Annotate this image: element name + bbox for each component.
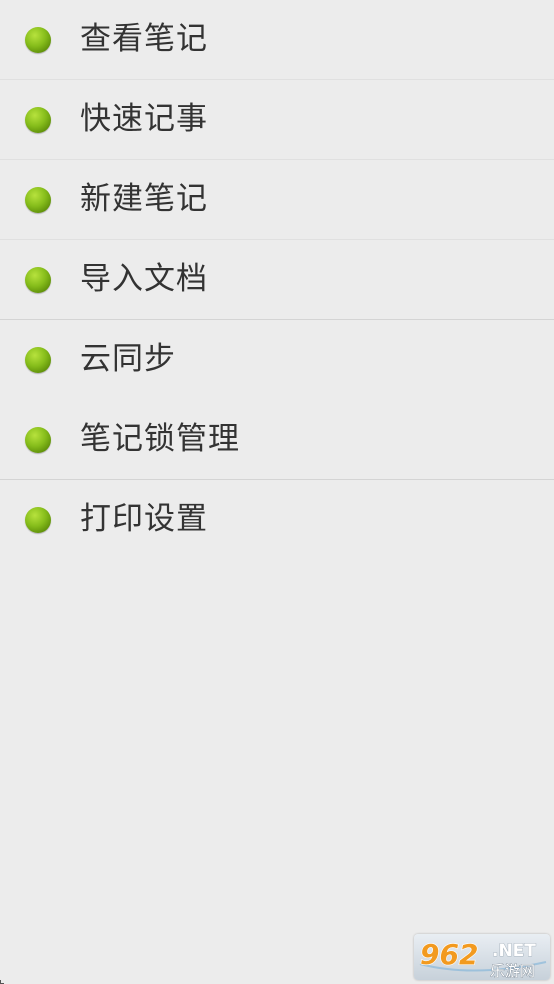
- watermark-number: 962: [420, 938, 478, 971]
- menu-item-view-notes[interactable]: 查看笔记: [0, 0, 554, 80]
- menu-item-label: 笔记锁管理: [80, 421, 240, 457]
- menu-item-label: 云同步: [80, 341, 176, 377]
- menu-item-new-note[interactable]: 新建笔记: [0, 160, 554, 240]
- green-bullet-icon: [25, 506, 51, 533]
- main-menu: 查看笔记 快速记事 新建笔记 导入文档 云同步 笔记锁管理 打印设置: [0, 0, 554, 560]
- green-bullet-icon: [25, 266, 51, 293]
- watermark-suffix: .NET: [492, 941, 536, 961]
- menu-item-import-document[interactable]: 导入文档: [0, 240, 554, 320]
- menu-item-label: 导入文档: [80, 261, 208, 297]
- green-bullet-icon: [25, 106, 51, 133]
- menu-item-label: 快速记事: [80, 101, 208, 137]
- menu-item-quick-note[interactable]: 快速记事: [0, 80, 554, 160]
- green-bullet-icon: [25, 346, 51, 373]
- watermark-logo: 962 .NET 乐游网: [414, 934, 550, 980]
- green-bullet-icon: [25, 186, 51, 213]
- menu-item-label: 打印设置: [80, 501, 208, 537]
- menu-item-note-lock-management[interactable]: 笔记锁管理: [0, 400, 554, 480]
- menu-item-cloud-sync[interactable]: 云同步: [0, 320, 554, 400]
- green-bullet-icon: [25, 426, 51, 453]
- corner-mark: [0, 980, 4, 984]
- menu-item-label: 新建笔记: [80, 181, 208, 217]
- menu-item-print-settings[interactable]: 打印设置: [0, 480, 554, 560]
- watermark-logo-graphic: 962 .NET 乐游网: [419, 937, 547, 980]
- watermark-chinese: 乐游网: [490, 962, 535, 980]
- menu-item-label: 查看笔记: [80, 21, 208, 57]
- green-bullet-icon: [25, 26, 51, 53]
